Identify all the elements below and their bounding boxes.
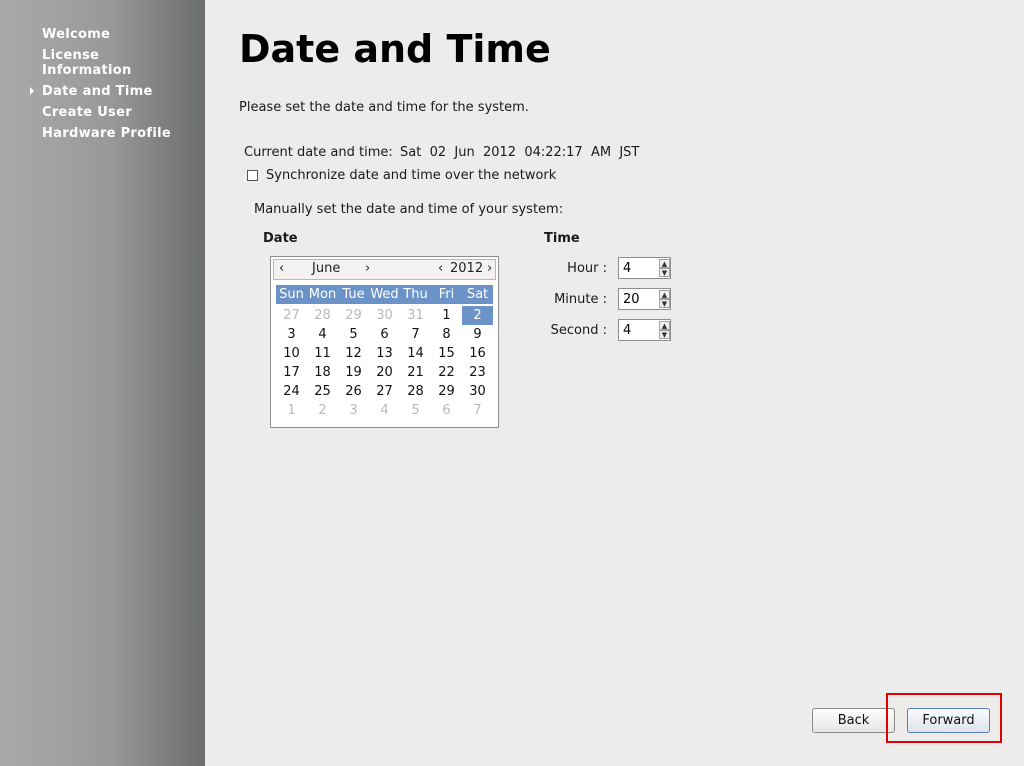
- calendar-day-cell[interactable]: 27: [276, 306, 307, 325]
- calendar-day-names: Sun Mon Tue Wed Thu Fri Sat: [276, 285, 493, 304]
- calendar-day-cell[interactable]: 28: [307, 306, 338, 325]
- sidebar-item-welcome[interactable]: Welcome: [42, 27, 192, 42]
- calendar-day-cell[interactable]: 25: [307, 382, 338, 401]
- prev-month-icon[interactable]: ‹: [279, 261, 284, 276]
- hour-down-arrow-icon[interactable]: ▼: [659, 268, 670, 277]
- sidebar-item-date-and-time[interactable]: Date and Time: [42, 84, 192, 99]
- calendar-day-cell[interactable]: 21: [400, 363, 431, 382]
- sync-network-checkbox[interactable]: [247, 170, 258, 181]
- calendar-day-cell[interactable]: 6: [431, 401, 462, 420]
- day-name-mon: Mon: [308, 287, 337, 302]
- calendar-day-cell[interactable]: 16: [462, 344, 493, 363]
- calendar-day-cell[interactable]: 5: [338, 325, 369, 344]
- calendar-day-cell[interactable]: 19: [338, 363, 369, 382]
- calendar-day-cell[interactable]: 20: [369, 363, 400, 382]
- current-datetime-label: Current date and time:: [244, 145, 393, 160]
- calendar-day-cell[interactable]: 26: [338, 382, 369, 401]
- hour-spinner[interactable]: ▲ ▼: [618, 257, 671, 279]
- calendar-day-cell[interactable]: 24: [276, 382, 307, 401]
- calendar-day-cell[interactable]: 22: [431, 363, 462, 382]
- calendar-day-cell[interactable]: 3: [338, 401, 369, 420]
- second-label: Second :: [550, 323, 607, 338]
- page-title: Date and Time: [239, 27, 551, 71]
- calendar-day-cell[interactable]: 31: [400, 306, 431, 325]
- calendar-day-cell[interactable]: 28: [400, 382, 431, 401]
- day-name-fri: Fri: [438, 287, 455, 302]
- minute-input[interactable]: [620, 290, 659, 308]
- day-name-sun: Sun: [279, 287, 304, 302]
- month-label: June: [312, 261, 341, 276]
- day-name-tue: Tue: [342, 287, 365, 302]
- calendar-day-cell[interactable]: 5: [400, 401, 431, 420]
- calendar[interactable]: ‹ June › ‹ 2012 › Sun Mon Tue Wed Thu Fr…: [270, 256, 499, 428]
- manual-set-label: Manually set the date and time of your s…: [254, 202, 564, 217]
- time-heading: Time: [544, 231, 580, 246]
- year-label: 2012: [450, 261, 484, 276]
- calendar-day-cell[interactable]: 18: [307, 363, 338, 382]
- calendar-day-cell[interactable]: 29: [338, 306, 369, 325]
- calendar-day-cell[interactable]: 13: [369, 344, 400, 363]
- calendar-day-cell[interactable]: 2: [307, 401, 338, 420]
- calendar-day-cell[interactable]: 30: [462, 382, 493, 401]
- calendar-day-cell[interactable]: 1: [431, 306, 462, 325]
- hour-input[interactable]: [620, 259, 659, 277]
- calendar-day-cell[interactable]: 12: [338, 344, 369, 363]
- current-datetime-value: Sat 02 Jun 2012 04:22:17 AM JST: [400, 145, 640, 160]
- next-month-icon[interactable]: ›: [365, 261, 370, 276]
- current-step-arrow-icon: [30, 87, 34, 95]
- calendar-day-cell[interactable]: 2: [462, 306, 493, 325]
- second-down-arrow-icon[interactable]: ▼: [659, 330, 670, 339]
- calendar-day-cell[interactable]: 17: [276, 363, 307, 382]
- minute-spinner[interactable]: ▲ ▼: [618, 288, 671, 310]
- calendar-day-cell[interactable]: 23: [462, 363, 493, 382]
- calendar-day-cell[interactable]: 7: [462, 401, 493, 420]
- minute-down-arrow-icon[interactable]: ▼: [659, 299, 670, 308]
- back-button[interactable]: Back: [812, 708, 895, 733]
- calendar-day-cell[interactable]: 6: [369, 325, 400, 344]
- sync-network-label[interactable]: Synchronize date and time over the netwo…: [266, 168, 556, 183]
- calendar-day-cell[interactable]: 27: [369, 382, 400, 401]
- day-name-thu: Thu: [403, 287, 428, 302]
- calendar-day-cell[interactable]: 14: [400, 344, 431, 363]
- calendar-day-cell[interactable]: 15: [431, 344, 462, 363]
- second-up-arrow-icon[interactable]: ▲: [659, 321, 670, 330]
- calendar-day-cell[interactable]: 7: [400, 325, 431, 344]
- second-spinner[interactable]: ▲ ▼: [618, 319, 671, 341]
- calendar-day-cell[interactable]: 1: [276, 401, 307, 420]
- intro-text: Please set the date and time for the sys…: [239, 100, 529, 115]
- sidebar-item-create-user[interactable]: Create User: [42, 105, 192, 120]
- hour-up-arrow-icon[interactable]: ▲: [659, 259, 670, 268]
- calendar-header: ‹ June › ‹ 2012 ›: [273, 259, 496, 280]
- calendar-day-cell[interactable]: 11: [307, 344, 338, 363]
- sidebar: Welcome License Information Date and Tim…: [0, 0, 205, 766]
- hour-label: Hour :: [567, 261, 607, 276]
- prev-year-icon[interactable]: ‹: [438, 261, 443, 276]
- calendar-day-cell[interactable]: 29: [431, 382, 462, 401]
- second-input[interactable]: [620, 321, 659, 339]
- calendar-day-cell[interactable]: 30: [369, 306, 400, 325]
- day-name-sat: Sat: [466, 287, 489, 302]
- date-heading: Date: [263, 231, 298, 246]
- calendar-day-cell[interactable]: 10: [276, 344, 307, 363]
- calendar-day-cell[interactable]: 3: [276, 325, 307, 344]
- calendar-day-cell[interactable]: 8: [431, 325, 462, 344]
- calendar-day-cell[interactable]: 9: [462, 325, 493, 344]
- minute-label: Minute :: [554, 292, 607, 307]
- next-year-icon[interactable]: ›: [487, 261, 492, 276]
- forward-button-highlight: [886, 693, 1002, 743]
- calendar-day-cell[interactable]: 4: [307, 325, 338, 344]
- sidebar-item-hardware-profile[interactable]: Hardware Profile: [42, 126, 192, 141]
- calendar-day-cell[interactable]: 4: [369, 401, 400, 420]
- minute-up-arrow-icon[interactable]: ▲: [659, 290, 670, 299]
- sidebar-item-license-information[interactable]: License Information: [42, 48, 192, 78]
- day-name-wed: Wed: [370, 287, 399, 302]
